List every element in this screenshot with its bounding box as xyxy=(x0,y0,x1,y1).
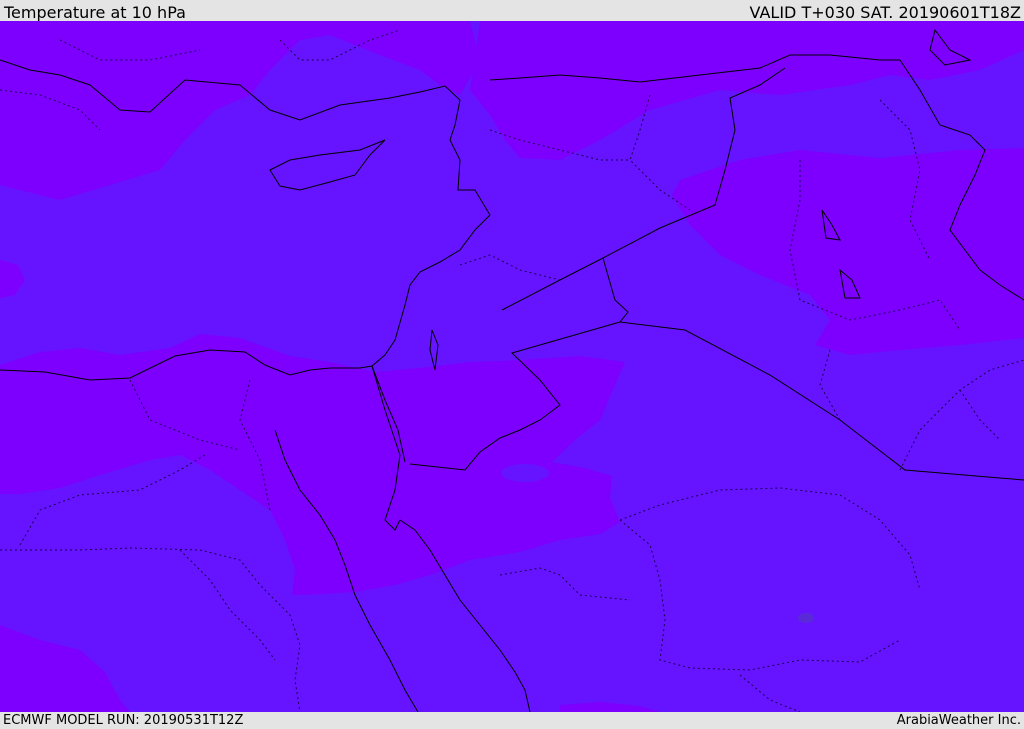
weather-map xyxy=(0,21,1024,712)
map-canvas xyxy=(0,21,1024,712)
valid-time: VALID T+030 SAT. 20190601T18Z xyxy=(749,3,1021,22)
credit-label: ArabiaWeather Inc. xyxy=(896,713,1021,728)
temperature-band-cell-small xyxy=(798,613,814,623)
temperature-band-cell xyxy=(501,464,549,482)
map-footer: ECMWF MODEL RUN: 20190531T12Z ArabiaWeat… xyxy=(0,712,1024,729)
map-title: Temperature at 10 hPa xyxy=(4,3,186,22)
map-header: Temperature at 10 hPa VALID T+030 SAT. 2… xyxy=(0,0,1024,22)
model-run-label: ECMWF MODEL RUN: 20190531T12Z xyxy=(3,713,244,728)
